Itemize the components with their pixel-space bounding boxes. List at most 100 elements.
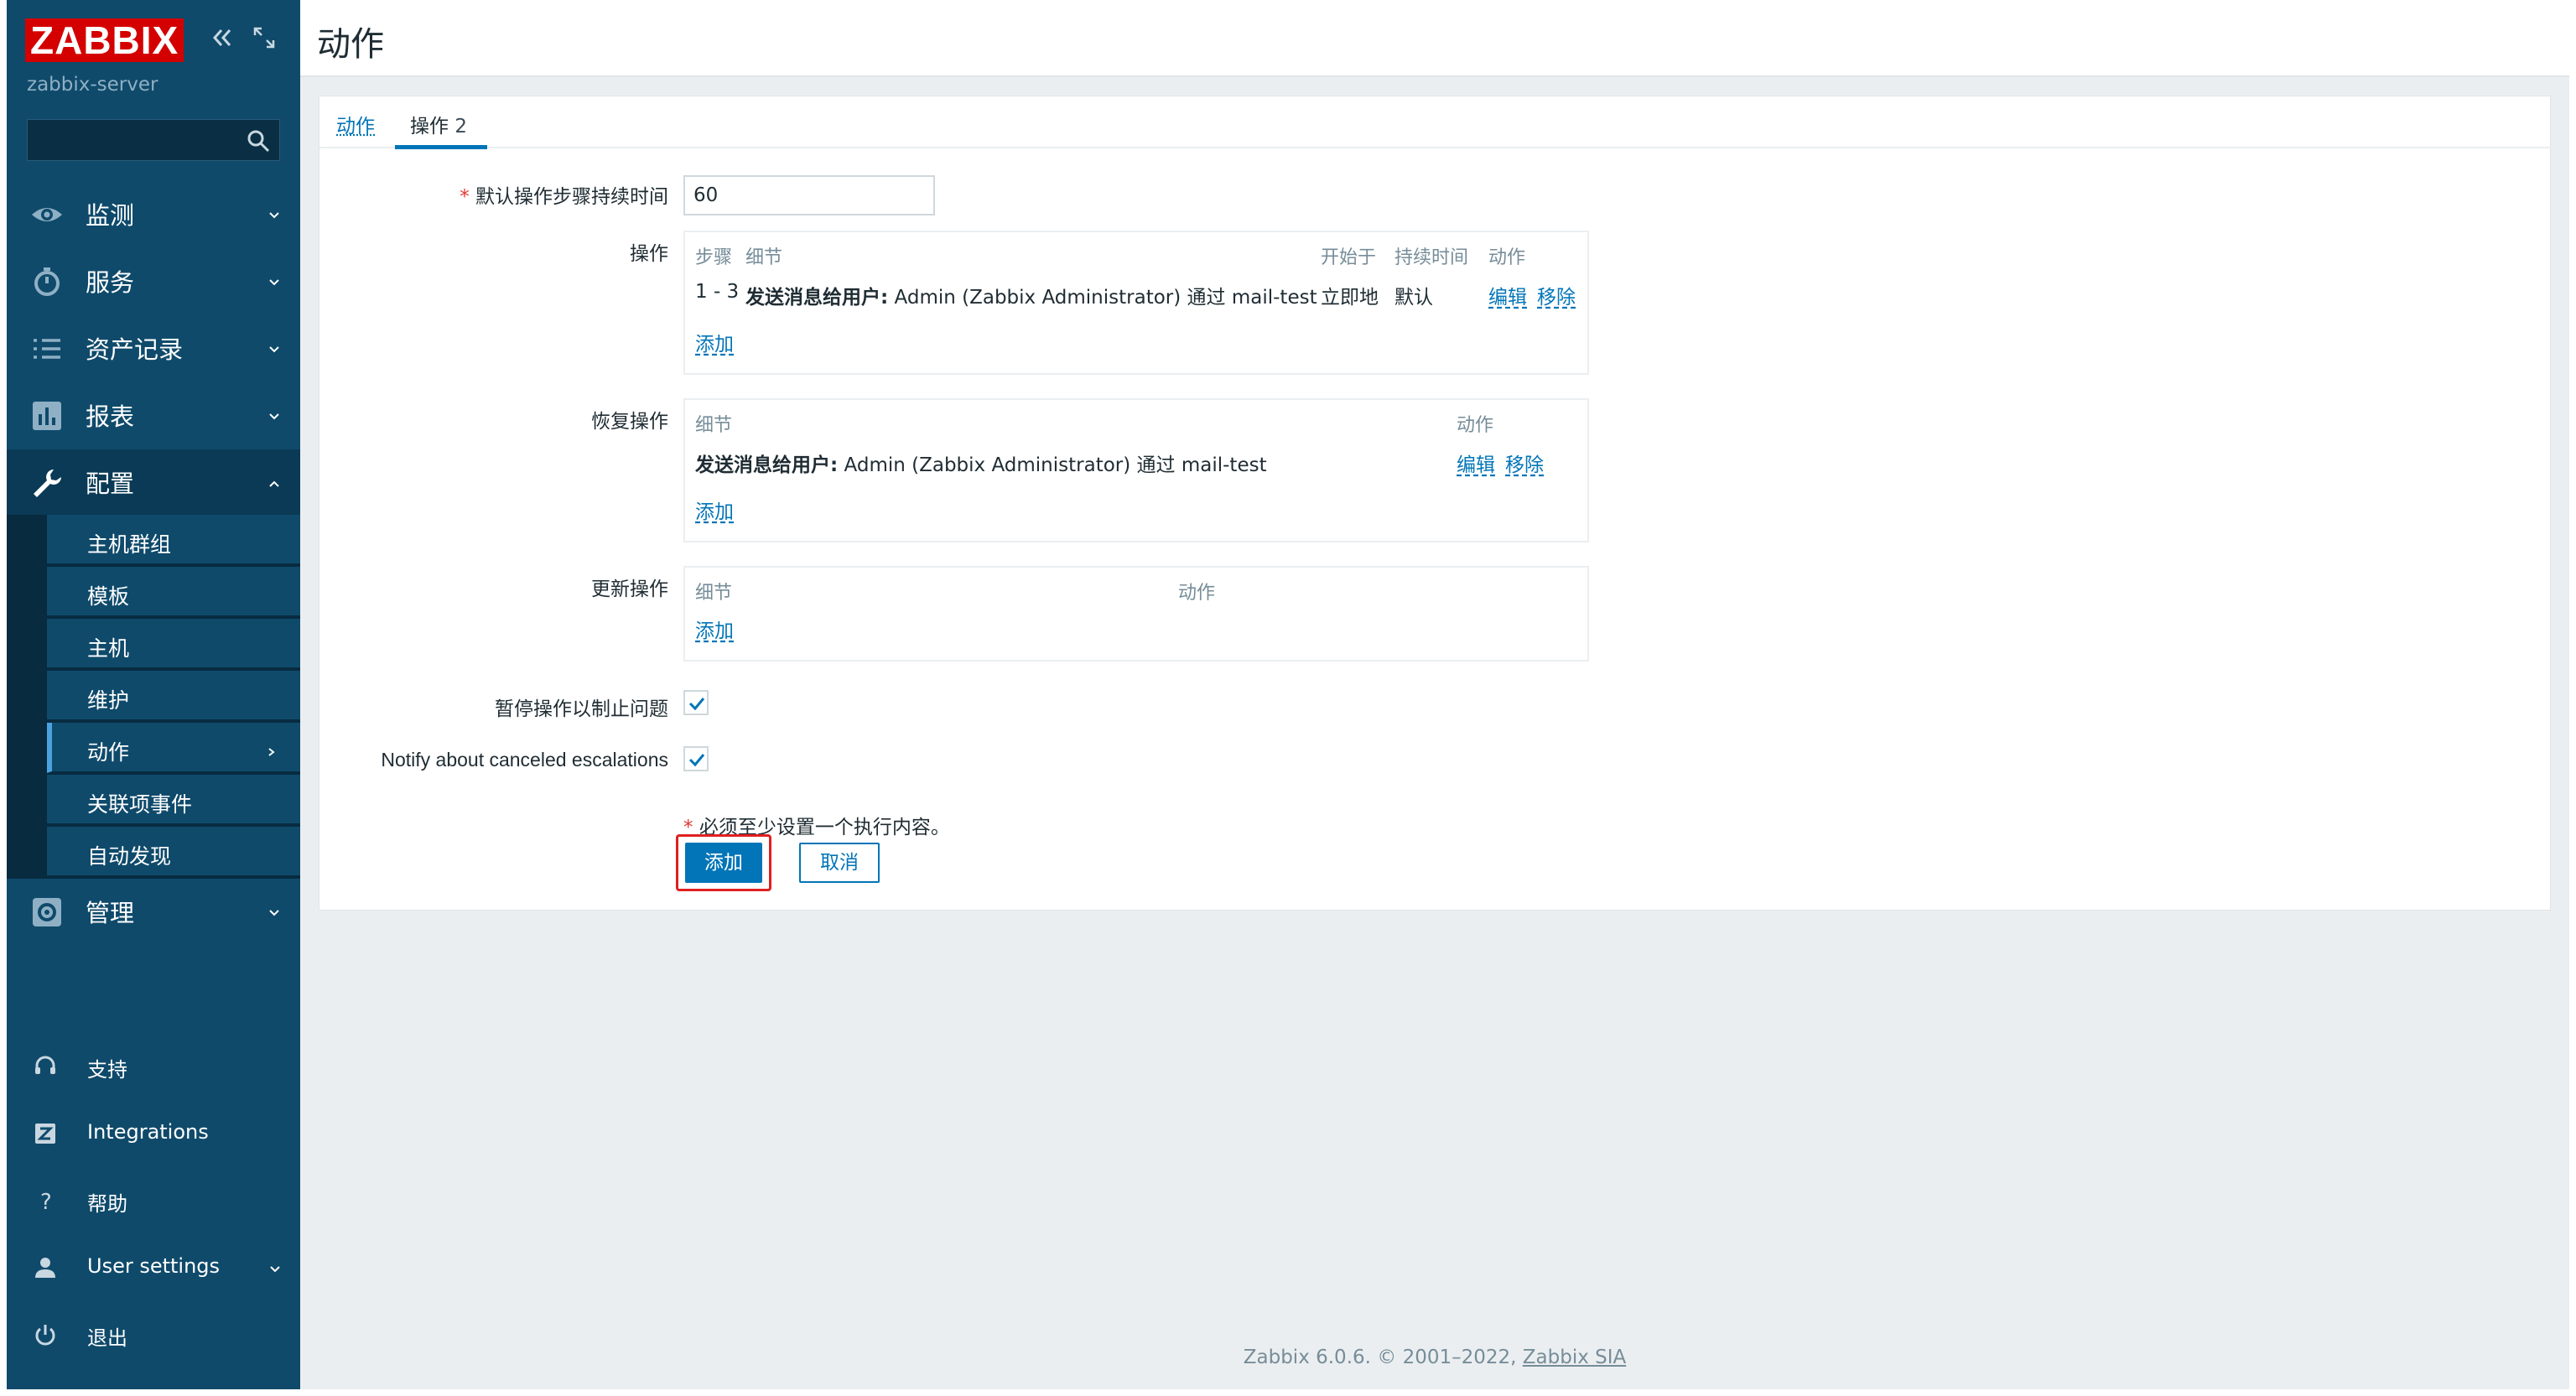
recovery-details: 发送消息给用户: Admin (Zabbix Administrator) 通过… [695, 454, 1267, 476]
footer: Zabbix 6.0.6. © 2001–2022, Zabbix SIA [1243, 1347, 1627, 1368]
pause-checkbox[interactable] [683, 690, 709, 715]
chevron-down-icon [267, 273, 282, 288]
menu-sign-out[interactable]: 退出 [7, 1305, 300, 1363]
menu-label: 报表 [86, 402, 135, 431]
chevron-up-icon [267, 475, 282, 490]
bottom-label: User settings [87, 1254, 221, 1278]
menu-configuration[interactable]: 配置 [7, 449, 300, 515]
col-details: 细节 [745, 247, 783, 268]
op-details: 发送消息给用户: Admin (Zabbix Administrator) 通过… [745, 287, 1317, 309]
operations-table: 步骤 细节 开始于 持续时间 动作 1 - 3 发送消息给用户: Admin (… [683, 231, 1589, 375]
menu-label: 配置 [86, 470, 135, 498]
chevron-down-icon [267, 904, 282, 919]
tab-action[interactable]: 动作 [336, 110, 375, 138]
op-add-link[interactable]: 添加 [695, 328, 734, 356]
zabbix-logo[interactable]: ZABBIX [25, 18, 184, 62]
gear-icon [30, 895, 64, 929]
menu-integrations[interactable]: Integrations [7, 1103, 300, 1162]
op-steps: 1 - 3 [695, 281, 740, 303]
recovery-table: 细节 动作 发送消息给用户: Admin (Zabbix Administrat… [683, 398, 1589, 542]
col-steps: 步骤 [695, 247, 733, 268]
col-start-in: 开始于 [1321, 247, 1377, 268]
action-form-panel: 动作 操作 2 * 默认操作步骤持续时间 60 操作 步骤 细节 开始于 持续时… [319, 96, 2552, 911]
zabbix-z-icon [32, 1120, 59, 1147]
recovery-remove-link[interactable]: 移除 [1505, 449, 1544, 477]
op-edit-link[interactable]: 编辑 [1488, 281, 1527, 309]
submenu-label: 自动发现 [87, 844, 172, 869]
submenu-host-groups[interactable]: 主机群组 [47, 515, 300, 565]
col-action: 动作 [1457, 415, 1494, 436]
menu-label: 资产记录 [86, 335, 184, 364]
bottom-label: Integrations [87, 1120, 209, 1144]
menu-user-settings[interactable]: User settings [7, 1238, 300, 1296]
op-start-in: 立即地 [1321, 287, 1379, 309]
update-table: 细节 动作 添加 [683, 566, 1589, 662]
eye-icon [30, 198, 64, 231]
submenu-hosts[interactable]: 主机 [47, 619, 300, 669]
notify-checkbox[interactable] [683, 746, 709, 771]
menu-monitoring[interactable]: 监测 [7, 181, 300, 247]
tab-operations-label: 操作 [410, 116, 449, 138]
stopwatch-icon [30, 265, 64, 298]
menu-services[interactable]: 服务 [7, 248, 300, 314]
bottom-label: 退出 [87, 1326, 127, 1350]
bottom-strip [0, 1389, 2576, 1396]
submenu-actions[interactable]: 动作 [47, 723, 300, 773]
collapse-sidebar-icon[interactable] [208, 23, 236, 52]
chevron-down-icon [268, 1259, 282, 1273]
wrench-icon [30, 466, 64, 500]
configuration-submenu: 主机群组 模板 主机 维护 动作 关联项事件 自动发现 [7, 515, 300, 879]
menu-label: 监测 [86, 201, 135, 230]
col-action: 动作 [1178, 583, 1216, 604]
submenu-templates[interactable]: 模板 [47, 567, 300, 617]
step-duration-input[interactable]: 60 [683, 175, 935, 215]
col-details: 细节 [695, 583, 733, 604]
search-icon[interactable] [246, 128, 271, 153]
submenu-discovery[interactable]: 自动发现 [47, 827, 300, 877]
op-duration: 默认 [1394, 287, 1433, 309]
menu-label: 服务 [86, 268, 135, 297]
submenu-label: 主机 [87, 636, 130, 661]
pause-label: 暂停操作以制止问题 [495, 698, 668, 720]
submenu-event-correlation[interactable]: 关联项事件 [47, 775, 300, 825]
recovery-add-link[interactable]: 添加 [695, 496, 734, 524]
bar-chart-icon [30, 399, 64, 433]
server-name: zabbix-server [27, 74, 158, 96]
page-header: 动作 [300, 0, 2569, 77]
cancel-button[interactable]: 取消 [799, 843, 880, 883]
col-details: 细节 [695, 415, 733, 436]
submenu-maintenance[interactable]: 维护 [47, 671, 300, 721]
active-tab-indicator [395, 145, 487, 149]
recovery-label: 恢复操作 [591, 411, 668, 433]
kiosk-mode-icon[interactable] [250, 23, 278, 52]
menu-label: 管理 [86, 899, 135, 927]
chevron-down-icon [267, 407, 282, 423]
svg-text:?: ? [40, 1190, 52, 1214]
tab-operations-count: 2 [454, 116, 467, 138]
menu-help[interactable]: ? 帮助 [7, 1170, 300, 1229]
submenu-label: 模板 [87, 584, 130, 609]
menu-inventory[interactable]: 资产记录 [7, 315, 300, 381]
col-duration: 持续时间 [1394, 247, 1469, 268]
update-add-link[interactable]: 添加 [695, 615, 734, 643]
power-icon [32, 1321, 59, 1348]
menu-administration[interactable]: 管理 [7, 879, 300, 944]
main-area: 动作 动作 操作 2 * 默认操作步骤持续时间 60 操作 步骤 细节 开始于 … [300, 0, 2569, 1389]
bottom-label: 支持 [87, 1058, 127, 1082]
page-title: 动作 [317, 25, 384, 64]
chevron-down-icon [267, 206, 282, 221]
step-duration-label: * 默认操作步骤持续时间 [460, 186, 668, 208]
menu-support[interactable]: 支持 [7, 1036, 300, 1095]
chevron-down-icon [267, 340, 282, 355]
update-label: 更新操作 [591, 579, 668, 600]
submenu-label: 关联项事件 [87, 792, 193, 817]
notify-label: Notify about canceled escalations [381, 749, 668, 771]
recovery-edit-link[interactable]: 编辑 [1457, 449, 1495, 477]
footer-link[interactable]: Zabbix SIA [1523, 1347, 1626, 1368]
op-remove-link[interactable]: 移除 [1537, 281, 1576, 309]
sidebar-search-input[interactable] [27, 119, 280, 161]
menu-reports[interactable]: 报表 [7, 382, 300, 448]
question-icon: ? [32, 1187, 59, 1215]
tab-operations[interactable]: 操作 2 [410, 110, 467, 138]
add-button[interactable]: 添加 [685, 843, 762, 883]
